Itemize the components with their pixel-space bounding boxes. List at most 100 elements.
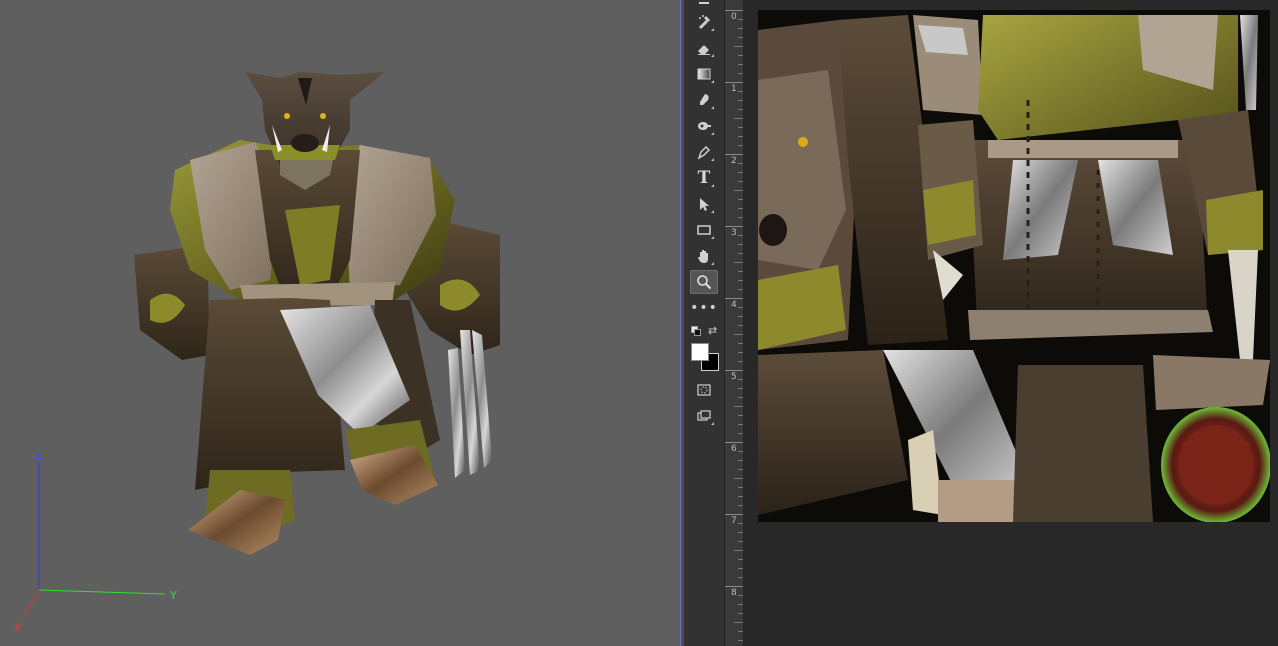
- ruler-minor-tick: [738, 631, 743, 632]
- smudge-tool[interactable]: [690, 88, 718, 112]
- ruler-major-tick: [725, 586, 743, 587]
- ruler-minor-tick: [738, 55, 743, 56]
- x-axis: [22, 589, 40, 618]
- viewport-scene[interactable]: Z Y X: [0, 0, 680, 646]
- ruler-label: 7: [731, 516, 737, 526]
- ruler-label: 3: [731, 228, 737, 238]
- ruler-minor-tick: [734, 190, 743, 191]
- more-icon: •••: [690, 300, 718, 316]
- axis-gizmo: Z Y X: [14, 449, 177, 634]
- ruler-minor-tick: [738, 577, 743, 578]
- gradient-icon: [697, 68, 711, 80]
- vertical-ruler[interactable]: 0 1 2 3 4 5 6 7 8: [725, 0, 744, 646]
- texture-map-canvas[interactable]: [758, 10, 1270, 522]
- ruler-label: 4: [731, 300, 737, 310]
- arrow-select-icon: [700, 198, 709, 211]
- ruler-minor-tick: [734, 46, 743, 47]
- document-canvas-area[interactable]: [744, 0, 1278, 646]
- ruler-minor-tick: [734, 406, 743, 407]
- ruler-minor-tick: [738, 109, 743, 110]
- ruler-minor-tick: [738, 415, 743, 416]
- eraser-icon: [698, 45, 710, 55]
- ruler-minor-tick: [738, 37, 743, 38]
- ruler-minor-tick: [738, 379, 743, 380]
- ruler-minor-tick: [738, 208, 743, 209]
- ruler-minor-tick: [738, 433, 743, 434]
- ruler-minor-tick: [738, 136, 743, 137]
- dodge-tool[interactable]: [690, 114, 718, 138]
- zoom-tool[interactable]: [690, 270, 718, 294]
- ruler-minor-tick: [738, 307, 743, 308]
- ruler-major-tick: [725, 514, 743, 515]
- ruler-minor-tick: [738, 559, 743, 560]
- ruler-minor-tick: [734, 550, 743, 551]
- rectangle-icon: [697, 225, 711, 235]
- ruler-minor-tick: [738, 541, 743, 542]
- ruler-minor-tick: [738, 640, 743, 641]
- smudge-icon: [700, 94, 709, 105]
- ruler-minor-tick: [738, 244, 743, 245]
- swap-colors-icon[interactable]: ⇄: [708, 324, 717, 337]
- ruler-minor-tick: [738, 523, 743, 524]
- ruler-minor-tick: [738, 460, 743, 461]
- ruler-minor-tick: [734, 622, 743, 623]
- foreground-color-swatch[interactable]: [691, 343, 709, 361]
- ruler-minor-tick: [738, 487, 743, 488]
- eraser-tool[interactable]: [690, 36, 718, 60]
- ruler-major-tick: [725, 82, 743, 83]
- hand-icon: [698, 250, 708, 263]
- ruler-major-tick: [725, 370, 743, 371]
- ruler-minor-tick: [738, 397, 743, 398]
- ruler-major-tick: [725, 154, 743, 155]
- ruler-minor-tick: [738, 361, 743, 362]
- type-icon: T: [697, 168, 711, 188]
- ruler-minor-tick: [738, 469, 743, 470]
- ruler-minor-tick: [738, 127, 743, 128]
- more-tools-button[interactable]: •••: [690, 297, 718, 319]
- ruler-minor-tick: [738, 568, 743, 569]
- ruler-minor-tick: [738, 505, 743, 506]
- screen-mode-button[interactable]: [690, 404, 718, 428]
- ruler-minor-tick: [738, 253, 743, 254]
- default-colors-icon[interactable]: [691, 326, 701, 336]
- ruler-label: 8: [731, 588, 737, 598]
- ruler-minor-tick: [738, 316, 743, 317]
- ruler-minor-tick: [738, 532, 743, 533]
- character-model[interactable]: [134, 72, 500, 555]
- path-selection-tool[interactable]: [690, 192, 718, 216]
- ruler-minor-tick: [738, 289, 743, 290]
- ruler-minor-tick: [738, 604, 743, 605]
- 3d-viewport[interactable]: Z Y X: [0, 0, 680, 646]
- zoom-icon: [697, 275, 712, 290]
- pen-tool[interactable]: [690, 140, 718, 164]
- gradient-tool[interactable]: [690, 62, 718, 86]
- ruler-minor-tick: [738, 496, 743, 497]
- ruler-minor-tick: [738, 172, 743, 173]
- quick-mask-button[interactable]: [690, 378, 718, 402]
- ruler-minor-tick: [734, 118, 743, 119]
- ruler-minor-tick: [734, 262, 743, 263]
- ruler-label: 6: [731, 444, 737, 454]
- ruler-major-tick: [725, 298, 743, 299]
- ruler-major-tick: [725, 442, 743, 443]
- healing-brush-tool[interactable]: [690, 10, 718, 34]
- ruler-minor-tick: [738, 163, 743, 164]
- ruler-minor-tick: [734, 334, 743, 335]
- hand-tool[interactable]: [690, 244, 718, 268]
- ruler-major-tick: [725, 10, 743, 11]
- rectangle-tool[interactable]: [690, 218, 718, 242]
- type-tool[interactable]: T: [690, 166, 718, 190]
- ruler-minor-tick: [738, 595, 743, 596]
- ruler-minor-tick: [738, 181, 743, 182]
- pen-icon: [697, 145, 711, 160]
- screen-mode-icon: [697, 410, 711, 421]
- healing-brush-icon: [699, 15, 710, 29]
- y-axis-label: Y: [169, 589, 177, 602]
- ruler-minor-tick: [738, 271, 743, 272]
- ruler-label: 1: [731, 84, 737, 94]
- ruler-minor-tick: [734, 478, 743, 479]
- ruler-minor-tick: [738, 91, 743, 92]
- dodge-icon: [698, 122, 711, 130]
- ruler-minor-tick: [738, 199, 743, 200]
- ruler-minor-tick: [738, 352, 743, 353]
